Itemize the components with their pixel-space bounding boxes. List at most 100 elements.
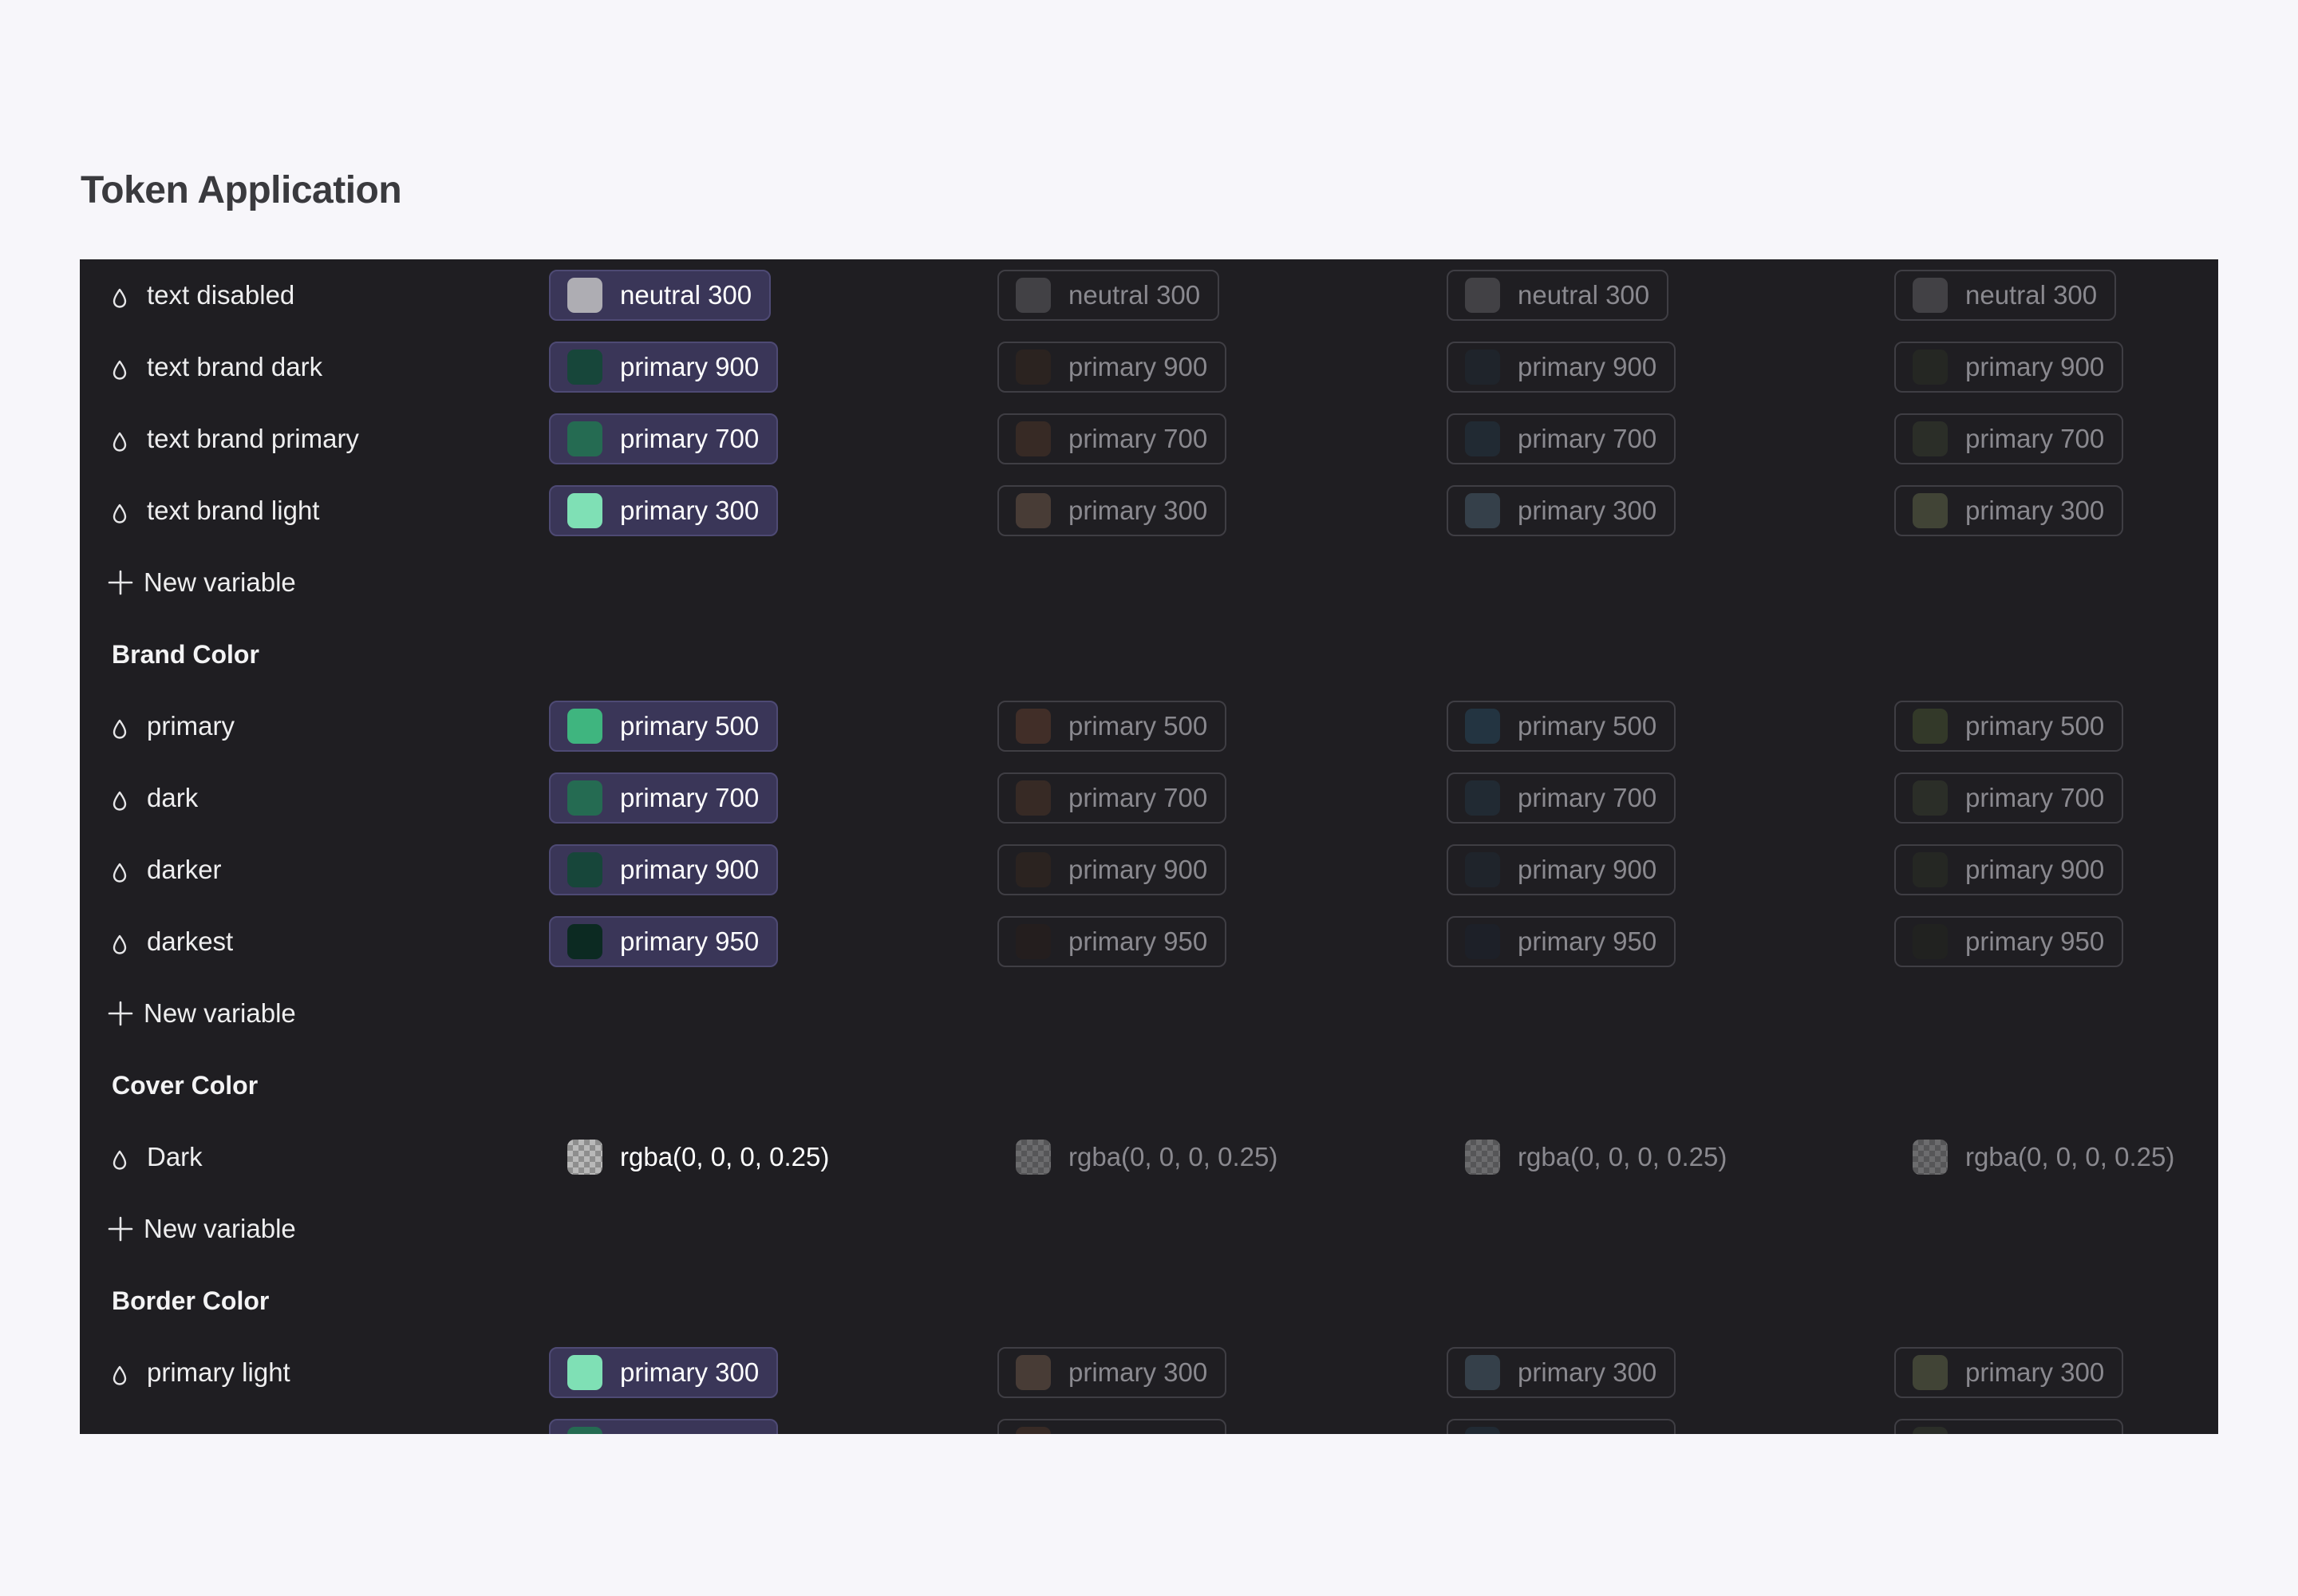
- value-label: primary 900: [620, 352, 760, 381]
- mode-value-chip[interactable]: primary 900: [1894, 844, 2124, 895]
- mode-value-chip[interactable]: primary 900: [549, 844, 779, 895]
- mode-value-chip[interactable]: neutral 300: [1447, 270, 1669, 321]
- variable-name[interactable]: darkest: [112, 906, 233, 978]
- mode-value-chip[interactable]: primary 500: [549, 701, 779, 752]
- variable-name[interactable]: text brand primary: [112, 403, 359, 475]
- mode-value-chip[interactable]: primary 700: [549, 1419, 779, 1434]
- color-swatch: [1016, 493, 1051, 528]
- mode-value-chip[interactable]: primary 300: [997, 485, 1227, 536]
- variable-name-label: primary: [147, 711, 235, 741]
- mode-value-chip[interactable]: primary 900: [549, 342, 779, 393]
- mode-value-chip[interactable]: primary 900: [1447, 844, 1676, 895]
- mode-value-chip[interactable]: rgba(0, 0, 0, 0.25): [549, 1132, 848, 1183]
- variable-name-label: text brand dark: [147, 352, 323, 381]
- mode-value-chip[interactable]: primary 700: [549, 413, 779, 464]
- mode-value-chip[interactable]: primary 300: [997, 1347, 1227, 1398]
- drop-icon: [112, 1147, 128, 1170]
- new-variable-button[interactable]: New variable: [108, 547, 296, 618]
- value-label: primary 300: [1965, 1357, 2105, 1387]
- mode-value-chip[interactable]: primary 700: [1894, 1419, 2124, 1434]
- variable-row: text brand dark primary 900 primary 900 pri…: [80, 331, 2218, 403]
- variable-name[interactable]: dark: [112, 762, 198, 834]
- new-variable-row: New variable: [80, 1193, 2218, 1265]
- color-swatch: [1913, 421, 1948, 456]
- mode-value-chip[interactable]: rgba(0, 0, 0, 0.25): [997, 1132, 1297, 1183]
- value-label: primary 900: [1965, 855, 2105, 884]
- mode-value-chip[interactable]: neutral 300: [549, 270, 772, 321]
- group-title: Border Color: [112, 1286, 270, 1315]
- mode-value-chip[interactable]: primary 700: [1447, 772, 1676, 824]
- variable-name[interactable]: primary: [112, 690, 235, 762]
- variable-row: text brand primary primary 700 primary 700…: [80, 403, 2218, 475]
- value-label: primary 900: [1068, 855, 1208, 884]
- mode-value-chip[interactable]: primary 700: [997, 772, 1227, 824]
- mode-value-chip[interactable]: primary 500: [997, 701, 1227, 752]
- mode-value-chip[interactable]: primary 700: [997, 1419, 1227, 1434]
- mode-value-chip[interactable]: primary 300: [549, 485, 779, 536]
- variable-row: primary primary 700 primary 700 primary 700…: [80, 1408, 2218, 1434]
- variable-row: Dark rgba(0, 0, 0, 0.25) rgba(0, 0, 0, 0.2…: [80, 1121, 2218, 1193]
- new-variable-button[interactable]: New variable: [108, 1193, 296, 1265]
- mode-value-chip[interactable]: rgba(0, 0, 0, 0.25): [1447, 1132, 1746, 1183]
- value-label: primary 700: [1068, 783, 1208, 812]
- mode-value-chip[interactable]: primary 700: [549, 772, 779, 824]
- variable-name-label: text brand light: [147, 496, 320, 525]
- variable-name[interactable]: text disabled: [112, 259, 294, 331]
- group-header-row: Brand Color: [80, 618, 2218, 690]
- mode-value-chip[interactable]: primary 900: [1894, 342, 2124, 393]
- mode-value-chip[interactable]: primary 300: [1447, 485, 1676, 536]
- color-swatch: [1465, 278, 1500, 313]
- mode-value-chip[interactable]: rgba(0, 0, 0, 0.25): [1894, 1132, 2193, 1183]
- variable-name[interactable]: primary light: [112, 1337, 290, 1408]
- value-label: primary 700: [620, 424, 760, 453]
- variable-name[interactable]: primary: [112, 1408, 235, 1434]
- color-swatch: [1913, 780, 1948, 816]
- mode-value-chip[interactable]: primary 900: [997, 844, 1227, 895]
- mode-value-chip[interactable]: primary 300: [1447, 1347, 1676, 1398]
- value-label: primary 300: [1518, 1357, 1657, 1387]
- color-swatch: [1913, 1355, 1948, 1390]
- mode-value-chip[interactable]: primary 950: [997, 916, 1227, 967]
- mode-value-chip[interactable]: primary 950: [549, 916, 779, 967]
- mode-value-chip[interactable]: primary 300: [1894, 1347, 2124, 1398]
- mode-value-chip[interactable]: primary 300: [549, 1347, 779, 1398]
- variable-row: primary light primary 300 primary 300 prima…: [80, 1337, 2218, 1408]
- mode-value-chip[interactable]: primary 700: [1894, 413, 2124, 464]
- mode-value-chip[interactable]: primary 700: [997, 413, 1227, 464]
- new-variable-row: New variable: [80, 547, 2218, 618]
- color-swatch: [1913, 1140, 1948, 1175]
- color-swatch: [567, 493, 602, 528]
- value-label: primary 700: [1518, 1429, 1656, 1434]
- value-label: neutral 300: [1518, 280, 1650, 310]
- mode-value-chip[interactable]: neutral 300: [1894, 270, 2117, 321]
- value-label: primary 700: [620, 783, 760, 812]
- variable-name[interactable]: Dark: [112, 1121, 203, 1193]
- color-swatch: [1465, 1355, 1500, 1390]
- value-label: primary 700: [1518, 783, 1657, 812]
- drop-icon: [112, 500, 128, 523]
- variable-name-label: primary: [147, 1429, 235, 1434]
- variable-row: darker primary 900 primary 900 primary 900 p…: [80, 834, 2218, 906]
- mode-value-chip[interactable]: primary 700: [1894, 772, 2124, 824]
- mode-value-chip[interactable]: neutral 300: [997, 270, 1220, 321]
- mode-value-chip[interactable]: primary 950: [1447, 916, 1676, 967]
- mode-value-chip[interactable]: primary 950: [1894, 916, 2124, 967]
- page-title: Token Application: [81, 169, 402, 211]
- color-swatch: [567, 1140, 602, 1175]
- mode-value-chip[interactable]: primary 700: [1447, 1419, 1676, 1434]
- mode-value-chip[interactable]: primary 500: [1894, 701, 2124, 752]
- mode-value-chip[interactable]: primary 700: [1447, 413, 1676, 464]
- value-label: primary 500: [1965, 711, 2105, 741]
- color-swatch: [1465, 493, 1500, 528]
- value-label: primary 950: [1518, 926, 1657, 956]
- color-swatch: [567, 278, 602, 313]
- color-swatch: [1913, 493, 1948, 528]
- variable-name[interactable]: text brand light: [112, 475, 319, 547]
- new-variable-button[interactable]: New variable: [108, 978, 296, 1049]
- mode-value-chip[interactable]: primary 900: [1447, 342, 1676, 393]
- mode-value-chip[interactable]: primary 900: [997, 342, 1227, 393]
- variable-name[interactable]: darker: [112, 834, 222, 906]
- mode-value-chip[interactable]: primary 300: [1894, 485, 2124, 536]
- variable-name[interactable]: text brand dark: [112, 331, 322, 403]
- mode-value-chip[interactable]: primary 500: [1447, 701, 1676, 752]
